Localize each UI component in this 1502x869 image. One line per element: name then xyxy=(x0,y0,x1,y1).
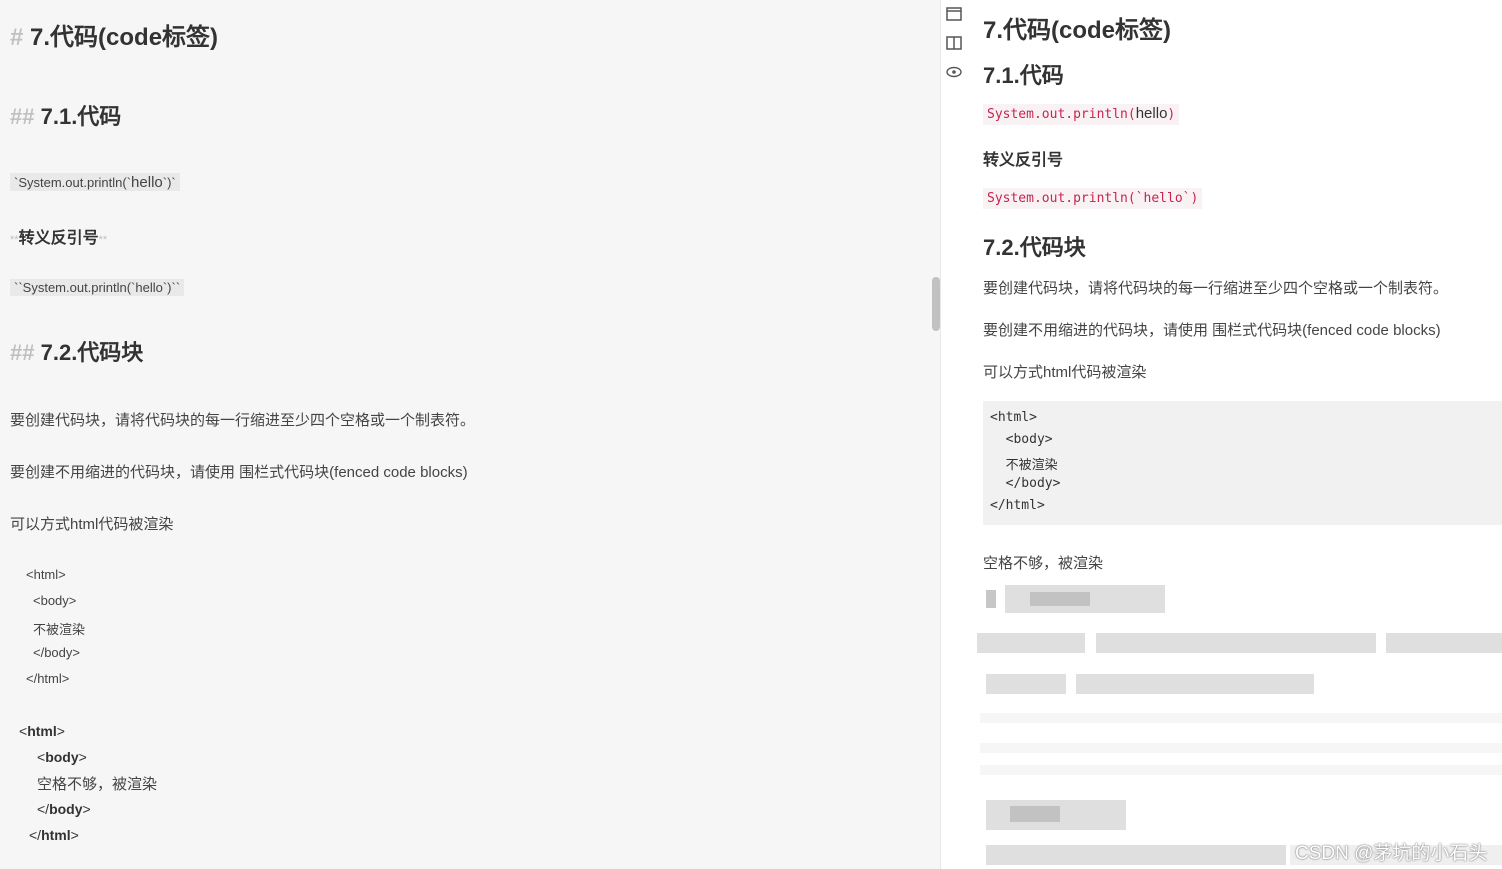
code-line: <body> xyxy=(990,432,1053,447)
preview-bold-text: 转义反引号 xyxy=(983,152,1064,169)
heading-text: 7.1.代码 xyxy=(40,104,122,129)
code-line: </body> xyxy=(33,645,80,660)
markdown-editor[interactable]: # 7.代码(code标签) ## 7.1.代码 `System.out.pri… xyxy=(0,0,940,869)
editor-paragraph-1: 要创建代码块，请将代码块的每一行缩进至少四个空格或一个制表符。 xyxy=(10,412,476,429)
editor-inline-code-1: `System.out.println(`hello`)` xyxy=(10,173,180,192)
heading-mark: ## xyxy=(10,340,35,365)
heading-text: 7.代码(code标签) xyxy=(30,24,219,51)
code-line: </html> xyxy=(990,498,1045,513)
html-line: <html> xyxy=(19,723,65,739)
preview-paragraph-4: 空格不够，被渲染 xyxy=(983,555,1104,572)
html-line-text: 空格不够，被渲染 xyxy=(37,776,158,793)
editor-inline-code-2: ``System.out.println(`hello`)`` xyxy=(10,279,185,297)
heading-mark: ## xyxy=(10,104,35,129)
heading-mark: # xyxy=(10,24,24,51)
bold-mark-close: ** xyxy=(98,234,108,246)
heading-text: 7.2.代码块 xyxy=(40,340,144,365)
inline-code: System.out.println(`hello`) xyxy=(983,188,1203,209)
html-line: <body> xyxy=(37,749,87,765)
watermark: CSDN @茅坑的小石头 xyxy=(1295,843,1488,864)
preview-heading-1: 7.代码(code标签) xyxy=(983,17,1172,44)
editor-bold-line: **转义反引号** xyxy=(10,224,107,248)
preview-heading-2-code: 7.1.代码 xyxy=(983,63,1064,88)
preview-paragraph-1: 要创建代码块，请将代码块的每一行缩进至少四个空格或一个制表符。 xyxy=(983,280,1449,297)
inline-code-pre: `System.out.println(` xyxy=(14,175,132,190)
code-line: </body> xyxy=(990,476,1061,491)
bold-text: 转义反引号 xyxy=(18,230,99,247)
inline-code-word: hello xyxy=(131,174,163,191)
inline-code-pre: System.out.println( xyxy=(987,107,1136,122)
split-view-icon[interactable] xyxy=(946,35,962,51)
preview-eye-icon[interactable] xyxy=(946,64,962,80)
editor-heading-2-block: ## 7.2.代码块 xyxy=(10,335,143,367)
inline-code: System.out.println(hello) xyxy=(983,104,1180,125)
preview-code-block: <html> <body> 不被渲染 </body> </html> xyxy=(983,401,1502,525)
editor-heading-1: # 7.代码(code标签) xyxy=(10,17,218,52)
code-line: <html> xyxy=(26,567,66,582)
code-line: <html> xyxy=(990,410,1037,425)
html-line: </body> xyxy=(37,801,91,817)
inline-code-post: ) xyxy=(1167,107,1176,122)
inline-code-post: `)` xyxy=(162,175,176,190)
editor-scrollbar-thumb[interactable] xyxy=(932,277,940,331)
preview-heading-2-block: 7.2.代码块 xyxy=(983,235,1086,260)
code-line: </html> xyxy=(26,671,70,686)
inline-code-source: `System.out.println(`hello`)` xyxy=(10,173,180,191)
single-pane-icon[interactable] xyxy=(946,6,962,22)
preview-paragraph-3: 可以方式html代码被渲染 xyxy=(983,364,1147,381)
preview-paragraph-2: 要创建不用缩进的代码块，请使用 围栏式代码块(fenced code block… xyxy=(983,322,1441,339)
bold-mark-open: ** xyxy=(10,234,19,246)
html-line: </html> xyxy=(29,827,79,843)
code-line: <body> xyxy=(33,593,77,608)
code-line: 不被渲染 xyxy=(990,458,1058,473)
editor-paragraph-3: 可以方式html代码被渲染 xyxy=(10,516,174,533)
preview-inline-code-2: System.out.println(`hello`) xyxy=(983,188,1203,209)
inline-code-word: hello xyxy=(1135,105,1168,122)
editor-heading-2-code: ## 7.1.代码 xyxy=(10,99,121,131)
editor-paragraph-2: 要创建不用缩进的代码块，请使用 围栏式代码块(fenced code block… xyxy=(10,464,468,481)
inline-code-source: ``System.out.println(`hello`)`` xyxy=(10,279,185,296)
code-line: 不被渲染 xyxy=(33,622,86,637)
preview-inline-code-1: System.out.println(hello) xyxy=(983,104,1180,125)
